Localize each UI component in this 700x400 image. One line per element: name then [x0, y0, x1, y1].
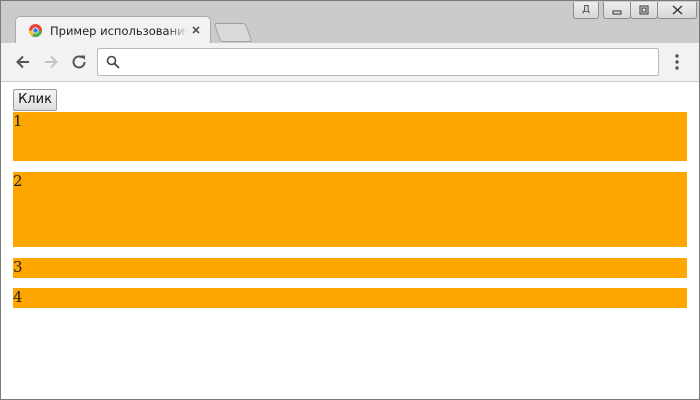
minimize-button[interactable] — [603, 2, 631, 19]
close-icon — [672, 5, 682, 15]
address-bar[interactable] — [97, 48, 659, 76]
box-label: 4 — [13, 288, 23, 306]
profile-label: Д — [582, 4, 590, 15]
search-icon — [106, 55, 120, 69]
box-1: 1 — [13, 112, 687, 161]
tab-title: Пример использования jQuery — [50, 24, 188, 38]
arrow-left-icon[interactable] — [13, 52, 33, 72]
restore-icon — [639, 5, 649, 15]
profile-button[interactable]: Д — [573, 2, 599, 19]
box-4: 4 — [13, 288, 687, 308]
close-window-button[interactable] — [657, 2, 697, 19]
tab-strip: Пример использования jQuery Д — [1, 1, 699, 44]
box-label: 1 — [13, 112, 23, 130]
box-label: 2 — [13, 172, 23, 190]
minimize-icon — [612, 10, 622, 15]
kebab-menu-icon[interactable] — [669, 53, 685, 71]
box-label: 3 — [13, 258, 23, 276]
browser-window: Пример использования jQuery Д — [0, 0, 700, 400]
box-2: 2 — [13, 172, 687, 247]
browser-toolbar — [1, 43, 699, 82]
arrow-right-icon[interactable] — [41, 52, 61, 72]
new-tab-button[interactable] — [213, 23, 253, 42]
click-button[interactable]: Клик — [13, 89, 57, 111]
box-3: 3 — [13, 258, 687, 278]
chrome-page-icon — [28, 23, 43, 38]
tab-close-icon[interactable] — [190, 24, 202, 36]
tab-active[interactable]: Пример использования jQuery — [15, 16, 211, 44]
restore-button[interactable] — [630, 2, 658, 19]
reload-icon[interactable] — [69, 52, 89, 72]
page-content: Клик 1 2 3 4 — [1, 82, 699, 399]
address-input[interactable] — [124, 52, 648, 72]
